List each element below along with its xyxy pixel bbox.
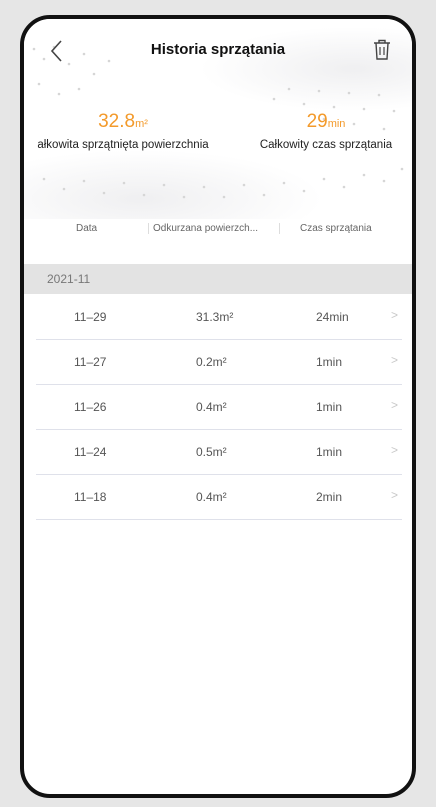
trash-icon: [374, 39, 390, 60]
total-time-value: 29: [306, 111, 328, 132]
nav-bar: Historia sprzątania: [24, 19, 412, 79]
table-header: Data Odkurzana powierzch... Czas sprząta…: [24, 215, 412, 245]
record-area: 0.2m²: [196, 355, 227, 369]
record-date: 11–18: [74, 490, 107, 504]
chevron-right-icon: >: [390, 308, 398, 322]
column-date: Data: [76, 223, 98, 234]
record-area: 31.3m²: [196, 310, 234, 324]
total-area-value: 32.8: [98, 111, 136, 132]
chevron-right-icon: >: [390, 353, 398, 367]
total-time-label: Całkowity czas sprzątania: [259, 139, 393, 151]
record-area: 0.4m²: [196, 400, 227, 414]
chevron-right-icon: >: [390, 488, 398, 502]
record-date: 11–24: [74, 445, 107, 459]
total-time-unit: min: [327, 118, 346, 130]
total-area-stat: 32.8m² ałkowita sprzątnięta powierzchnia: [24, 111, 228, 151]
record-row[interactable]: 11–18 0.4m² 2min >: [36, 475, 402, 520]
record-row[interactable]: 11–27 0.2m² 1min >: [36, 340, 402, 385]
record-time: 1min: [316, 400, 343, 414]
total-time-stat: 29min Całkowity czas sprzątania: [236, 111, 412, 151]
column-time: Czas sprzątania: [300, 223, 372, 234]
total-area-unit: m²: [135, 118, 148, 130]
record-date: 11–29: [74, 310, 107, 324]
record-date: 11–27: [74, 355, 107, 369]
record-area: 0.4m²: [196, 490, 227, 504]
record-area: 0.5m²: [196, 445, 227, 459]
cleaning-record-list: 11–29 31.3m² 24min > 11–27 0.2m² 1min > …: [24, 295, 412, 520]
month-section-header: 2021-11: [24, 264, 412, 294]
total-area-label: ałkowita sprzątnięta powierzchnia: [37, 139, 209, 151]
record-row[interactable]: 11–26 0.4m² 1min >: [36, 385, 402, 430]
record-row[interactable]: 11–29 31.3m² 24min >: [36, 295, 402, 340]
page-title: Historia sprzątania: [150, 41, 286, 58]
record-time: 2min: [316, 490, 343, 504]
chevron-right-icon: >: [390, 398, 398, 412]
chevron-right-icon: >: [390, 443, 398, 457]
phone-frame: Historia sprzątania 32.8m² ałkowita sprz…: [20, 15, 416, 798]
record-time: 1min: [316, 355, 343, 369]
record-date: 11–26: [74, 400, 107, 414]
delete-button[interactable]: [370, 37, 394, 63]
month-label: 2021-11: [47, 272, 91, 286]
column-area: Odkurzana powierzch...: [148, 223, 280, 234]
record-time: 1min: [316, 445, 343, 459]
record-row[interactable]: 11–24 0.5m² 1min >: [36, 430, 402, 475]
record-time: 24min: [316, 310, 349, 324]
